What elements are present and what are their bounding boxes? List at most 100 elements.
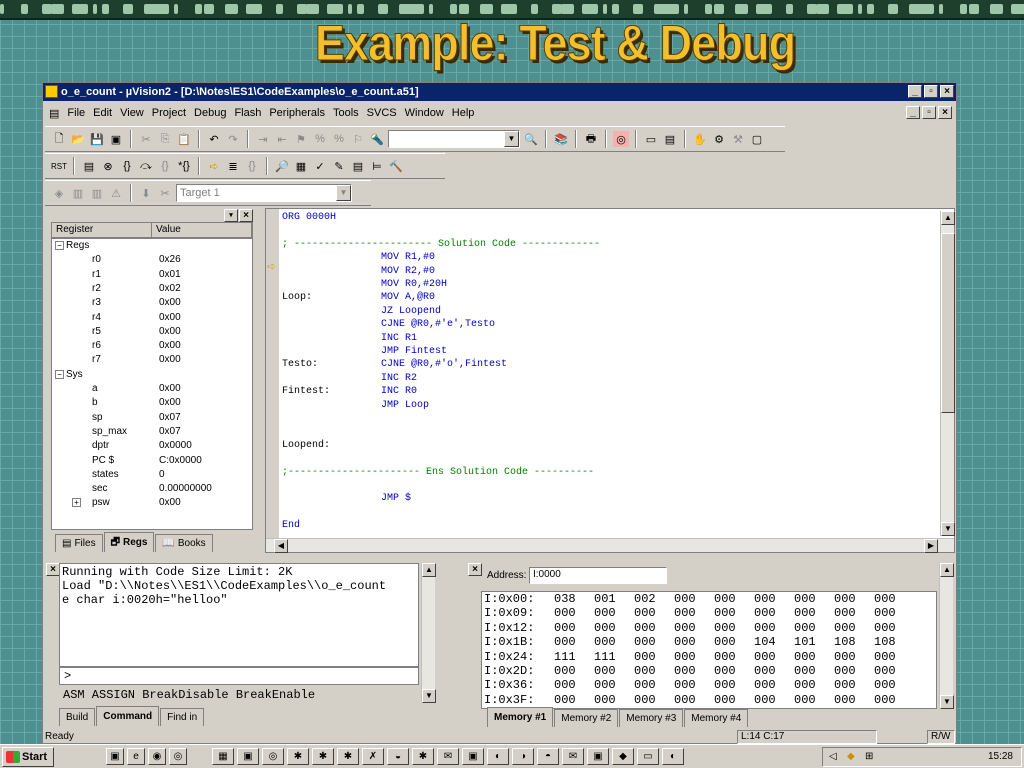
browser-icon[interactable]: e: [127, 748, 145, 765]
memory-byte[interactable]: 000: [674, 635, 696, 649]
paste-icon[interactable]: 📋: [176, 131, 192, 147]
bookmark-clear-icon[interactable]: ⚐: [350, 131, 366, 147]
copy-icon[interactable]: ⎘: [157, 131, 173, 147]
hand-icon[interactable]: ✋: [692, 131, 708, 147]
volume-icon[interactable]: ◁: [829, 748, 837, 766]
memory-byte[interactable]: 000: [834, 606, 856, 620]
memory-byte[interactable]: 000: [714, 650, 736, 664]
register-row[interactable]: r2 0x02: [52, 282, 252, 296]
undo-icon[interactable]: ↶: [206, 131, 222, 147]
tray-icon[interactable]: ◆: [847, 748, 855, 766]
toolbox-icon[interactable]: 🔨: [388, 158, 404, 174]
menu-item-peripherals[interactable]: Peripherals: [269, 107, 325, 119]
run-icon[interactable]: ▤: [81, 158, 97, 174]
reset-icon[interactable]: RST: [51, 158, 67, 174]
tab-memory-1[interactable]: Memory #1: [487, 707, 554, 727]
bookmark-toggle-icon[interactable]: ⚑: [293, 131, 309, 147]
memory-byte[interactable]: 000: [754, 592, 776, 606]
tab-memory-4[interactable]: Memory #4: [684, 709, 749, 727]
load-icon[interactable]: ⬇: [138, 185, 154, 201]
taskbar-app-icon[interactable]: ◒: [387, 748, 409, 765]
memory-byte[interactable]: 000: [554, 664, 576, 678]
memory-byte[interactable]: 000: [594, 606, 616, 620]
register-row[interactable]: r5 0x00: [52, 325, 252, 339]
memory-byte[interactable]: 000: [874, 621, 896, 635]
memory-byte[interactable]: 000: [714, 664, 736, 678]
open-folder-icon[interactable]: 📂: [70, 131, 86, 147]
translate-icon[interactable]: ◈: [51, 185, 67, 201]
memory-byte[interactable]: 000: [834, 621, 856, 635]
memory-byte[interactable]: 111: [554, 650, 576, 664]
scroll-right-icon[interactable]: ▶: [924, 539, 938, 553]
memory-dump[interactable]: I:0x00: 038 001 002 000 000 000 000 000 000 I:0x09…: [481, 591, 937, 709]
value-column-header[interactable]: Value: [152, 223, 252, 237]
memory-byte[interactable]: 111: [594, 650, 616, 664]
memory-byte[interactable]: 002: [634, 592, 656, 606]
taskbar-app-icon[interactable]: ◑: [512, 748, 534, 765]
memory-byte[interactable]: 000: [794, 664, 816, 678]
app-icon[interactable]: ◉: [148, 748, 166, 765]
bookmark-next-icon[interactable]: %: [331, 131, 347, 147]
memory-byte[interactable]: 000: [634, 678, 656, 692]
register-row[interactable]: r3 0x00: [52, 296, 252, 310]
address-input[interactable]: I:0000: [529, 567, 667, 584]
trace-icon[interactable]: {}: [244, 158, 260, 174]
perf-analyzer-icon[interactable]: ▤: [350, 158, 366, 174]
taskbar-app-icon[interactable]: ◐: [487, 748, 509, 765]
config-icon[interactable]: ⚒: [730, 131, 746, 147]
memory-byte[interactable]: 000: [794, 650, 816, 664]
memory-byte[interactable]: 000: [874, 650, 896, 664]
scroll-down-icon[interactable]: ▼: [422, 689, 436, 703]
code-coverage-icon[interactable]: ✓: [312, 158, 328, 174]
menu-item-debug[interactable]: Debug: [194, 107, 226, 119]
memory-byte[interactable]: 000: [794, 678, 816, 692]
build-icon[interactable]: ▥: [70, 185, 86, 201]
register-row[interactable]: dptr 0x0000: [52, 439, 252, 453]
memory-byte[interactable]: 000: [874, 693, 896, 707]
register-column-header[interactable]: Register: [52, 223, 152, 237]
memory-byte[interactable]: 000: [634, 621, 656, 635]
watch-icon[interactable]: 🔎: [274, 158, 290, 174]
memory-byte[interactable]: 000: [674, 678, 696, 692]
output-close-button[interactable]: ×: [46, 563, 60, 576]
tab-files[interactable]: ▤ Files: [55, 534, 103, 552]
tab-memory-2[interactable]: Memory #2: [554, 709, 619, 727]
memory-byte[interactable]: 000: [674, 592, 696, 606]
start-button[interactable]: Start: [2, 747, 54, 767]
disassembly-icon[interactable]: ≣: [225, 158, 241, 174]
scroll-up-icon[interactable]: ▲: [422, 563, 436, 577]
memory-byte[interactable]: 000: [874, 664, 896, 678]
taskbar-app-icon[interactable]: ✱: [287, 748, 309, 765]
books-icon[interactable]: 📚: [553, 131, 569, 147]
scroll-down-icon[interactable]: ▼: [940, 695, 954, 709]
memory-byte[interactable]: 000: [754, 664, 776, 678]
memory-byte[interactable]: 000: [834, 592, 856, 606]
register-row[interactable]: r4 0x00: [52, 311, 252, 325]
chevron-down-icon[interactable]: ▼: [504, 131, 519, 147]
tab-find-in[interactable]: Find in: [160, 708, 205, 726]
taskbar-app-icon[interactable]: ✗: [362, 748, 384, 765]
editor-vertical-scrollbar[interactable]: ▲ ▼: [940, 211, 955, 536]
register-row[interactable]: a 0x00: [52, 382, 252, 396]
scroll-up-icon[interactable]: ▲: [941, 211, 955, 225]
scroll-down-icon[interactable]: ▼: [941, 522, 955, 536]
taskbar-app-icon[interactable]: ▣: [237, 748, 259, 765]
memory-byte[interactable]: 000: [834, 664, 856, 678]
register-row[interactable]: r0 0x26: [52, 253, 252, 267]
memory-byte[interactable]: 000: [554, 635, 576, 649]
taskbar-app-icon[interactable]: ◆: [612, 748, 634, 765]
logic-analyzer-icon[interactable]: ⊨: [369, 158, 385, 174]
window-icon[interactable]: ▭: [643, 131, 659, 147]
minimize-button[interactable]: _: [908, 85, 922, 98]
taskbar-app-icon[interactable]: ▣: [587, 748, 609, 765]
register-row[interactable]: r6 0x00: [52, 339, 252, 353]
scroll-left-icon[interactable]: ◀: [274, 539, 288, 553]
memory-byte[interactable]: 000: [874, 592, 896, 606]
app-icon[interactable]: ◎: [169, 748, 187, 765]
memory-byte[interactable]: 000: [554, 606, 576, 620]
memory-byte[interactable]: 000: [594, 621, 616, 635]
workspace-dropdown-button[interactable]: ▾: [224, 209, 238, 222]
target-select[interactable]: Target 1 ▼: [176, 184, 352, 202]
memory-byte[interactable]: 000: [594, 678, 616, 692]
scroll-up-icon[interactable]: ▲: [940, 563, 954, 577]
